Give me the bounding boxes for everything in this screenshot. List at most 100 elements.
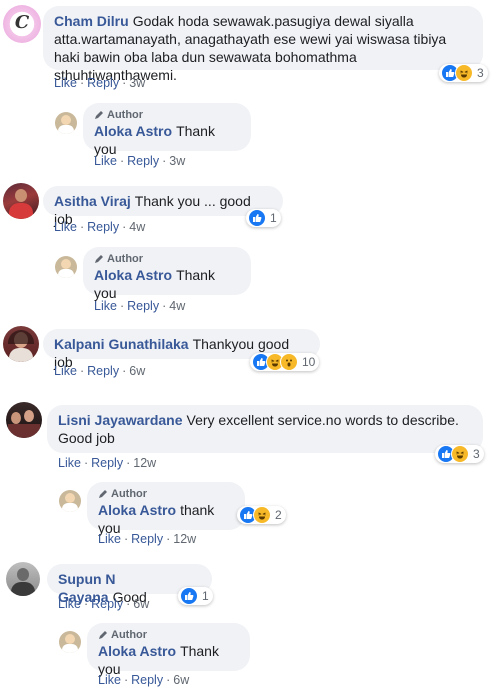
comment-author[interactable]: Asitha Viraj [54, 193, 131, 209]
reactions-summary[interactable]: 2 [237, 506, 286, 524]
reply-button[interactable]: Reply [91, 456, 123, 470]
wow-reaction-icon [280, 353, 298, 371]
haha-reaction-icon [455, 64, 473, 82]
author-badge: Author [94, 252, 240, 266]
avatar-letter: C [14, 12, 30, 33]
like-button[interactable]: Like [94, 299, 117, 313]
reaction-count: 10 [302, 355, 316, 369]
author-badge-label: Author [111, 629, 148, 641]
comment-actions: Like · Reply · 6w [54, 364, 145, 378]
reply-button[interactable]: Reply [127, 299, 159, 313]
separator: · [119, 299, 125, 313]
reply-author[interactable]: Aloka Astro [98, 643, 176, 659]
separator: · [162, 154, 167, 168]
timestamp[interactable]: 12w [133, 456, 156, 470]
haha-reaction-icon [253, 506, 271, 524]
reply-button[interactable]: Reply [131, 673, 163, 687]
separator: · [162, 299, 167, 313]
reaction-count: 1 [202, 589, 209, 603]
comment-actions: Like · Reply · 4w [54, 220, 145, 234]
avatar[interactable] [6, 402, 42, 438]
separator: · [126, 456, 131, 470]
reactions-summary[interactable]: 10 [250, 353, 320, 371]
timestamp[interactable]: 12w [173, 532, 196, 546]
like-button[interactable]: Like [58, 456, 81, 470]
separator: · [83, 456, 89, 470]
reply-author[interactable]: Aloka Astro [94, 123, 172, 139]
pencil-icon [99, 631, 107, 639]
separator: · [122, 364, 127, 378]
reactions-summary[interactable]: 1 [246, 209, 281, 227]
separator: · [119, 154, 125, 168]
separator: · [166, 673, 171, 687]
author-badge-label: Author [107, 253, 144, 265]
reply-button[interactable]: Reply [131, 532, 163, 546]
avatar[interactable] [3, 183, 39, 219]
timestamp[interactable]: 6w [173, 673, 189, 687]
reply-bubble: Author Aloka Astro thank you [87, 482, 245, 536]
comment-author[interactable]: Kalpani Gunathilaka [54, 336, 189, 352]
reply-author[interactable]: Aloka Astro [94, 267, 172, 283]
reply-avatar[interactable] [55, 256, 77, 278]
separator: · [79, 220, 85, 234]
like-button[interactable]: Like [98, 673, 121, 687]
reactions-summary[interactable]: 3 [439, 64, 488, 82]
like-button[interactable]: Like [54, 220, 77, 234]
reply-avatar[interactable] [55, 112, 77, 134]
reply-bubble: Author Aloka Astro Thank you [83, 103, 251, 157]
reply-button[interactable]: Reply [87, 76, 119, 90]
like-button[interactable]: Like [54, 76, 77, 90]
reply-bubble: Author Aloka Astro Thank you [83, 247, 251, 301]
pencil-icon [99, 490, 107, 498]
reply-avatar[interactable] [59, 631, 81, 653]
reply-button[interactable]: Reply [127, 154, 159, 168]
timestamp[interactable]: 3w [129, 76, 145, 90]
reply-button[interactable]: Reply [91, 597, 123, 611]
timestamp[interactable]: 6w [133, 597, 149, 611]
reply-actions: Like · Reply · 3w [94, 154, 185, 168]
comment-author[interactable]: Cham Dilru [54, 13, 129, 29]
separator: · [79, 364, 85, 378]
reply-button[interactable]: Reply [87, 220, 119, 234]
like-reaction-icon [248, 209, 266, 227]
comment-actions: Like · Reply · 3w [54, 76, 145, 90]
reply-actions: Like · Reply · 4w [94, 299, 185, 313]
author-badge: Author [98, 487, 234, 501]
author-badge: Author [98, 628, 239, 642]
separator: · [123, 532, 129, 546]
haha-reaction-icon [451, 445, 469, 463]
timestamp[interactable]: 6w [129, 364, 145, 378]
timestamp[interactable]: 3w [169, 154, 185, 168]
timestamp[interactable]: 4w [169, 299, 185, 313]
reply-author[interactable]: Aloka Astro [98, 502, 176, 518]
reaction-count: 3 [477, 66, 484, 80]
separator: · [166, 532, 171, 546]
reaction-count: 3 [473, 447, 480, 461]
timestamp[interactable]: 4w [129, 220, 145, 234]
like-button[interactable]: Like [94, 154, 117, 168]
like-button[interactable]: Like [58, 597, 81, 611]
comment-actions: Like · Reply · 12w [58, 456, 156, 470]
reply-actions: Like · Reply · 6w [98, 673, 189, 687]
reactions-summary[interactable]: 3 [435, 445, 484, 463]
reactions-summary[interactable]: 1 [178, 587, 213, 605]
separator: · [122, 76, 127, 90]
separator: · [122, 220, 127, 234]
like-reaction-icon [180, 587, 198, 605]
separator: · [126, 597, 131, 611]
avatar[interactable] [3, 326, 39, 362]
comment-actions: Like · Reply · 6w [58, 597, 149, 611]
comment-author[interactable]: Lisni Jayawardane [58, 412, 183, 428]
author-badge-label: Author [111, 488, 148, 500]
separator: · [79, 76, 85, 90]
comment-bubble: Lisni Jayawardane Very excellent service.… [47, 405, 483, 453]
avatar[interactable] [6, 562, 40, 596]
reaction-count: 1 [270, 211, 277, 225]
like-button[interactable]: Like [98, 532, 121, 546]
reply-button[interactable]: Reply [87, 364, 119, 378]
reply-avatar[interactable] [59, 490, 81, 512]
author-badge: Author [94, 108, 240, 122]
like-button[interactable]: Like [54, 364, 77, 378]
pencil-icon [95, 111, 103, 119]
avatar[interactable]: C [3, 5, 41, 43]
